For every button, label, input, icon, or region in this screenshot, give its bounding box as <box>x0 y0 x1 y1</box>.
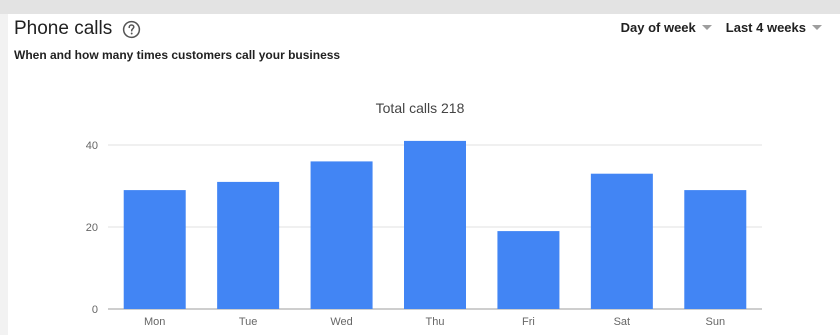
x-tick-label: Mon <box>144 316 165 328</box>
y-tick-label: 20 <box>86 222 98 234</box>
x-tick-label: Thu <box>426 316 445 328</box>
y-tick-label: 40 <box>86 140 98 152</box>
bar-wed[interactable] <box>310 161 373 309</box>
bar-fri[interactable] <box>497 231 560 309</box>
y-tick-label: 0 <box>92 304 98 316</box>
bar-tue[interactable] <box>217 181 280 309</box>
x-tick-label: Sat <box>614 316 631 328</box>
bar-sun[interactable] <box>684 190 747 309</box>
bar-thu[interactable] <box>404 140 466 309</box>
x-tick-label: Wed <box>330 316 352 328</box>
x-tick-label: Fri <box>522 316 535 328</box>
bar-chart: 0 20 40 Mon Tue Wed Thu Fri Sat Sun <box>86 140 762 328</box>
bar-mon[interactable] <box>123 190 186 309</box>
x-tick-label: Tue <box>239 316 258 328</box>
bar-sat[interactable] <box>590 173 653 309</box>
x-tick-label: Sun <box>705 316 725 328</box>
